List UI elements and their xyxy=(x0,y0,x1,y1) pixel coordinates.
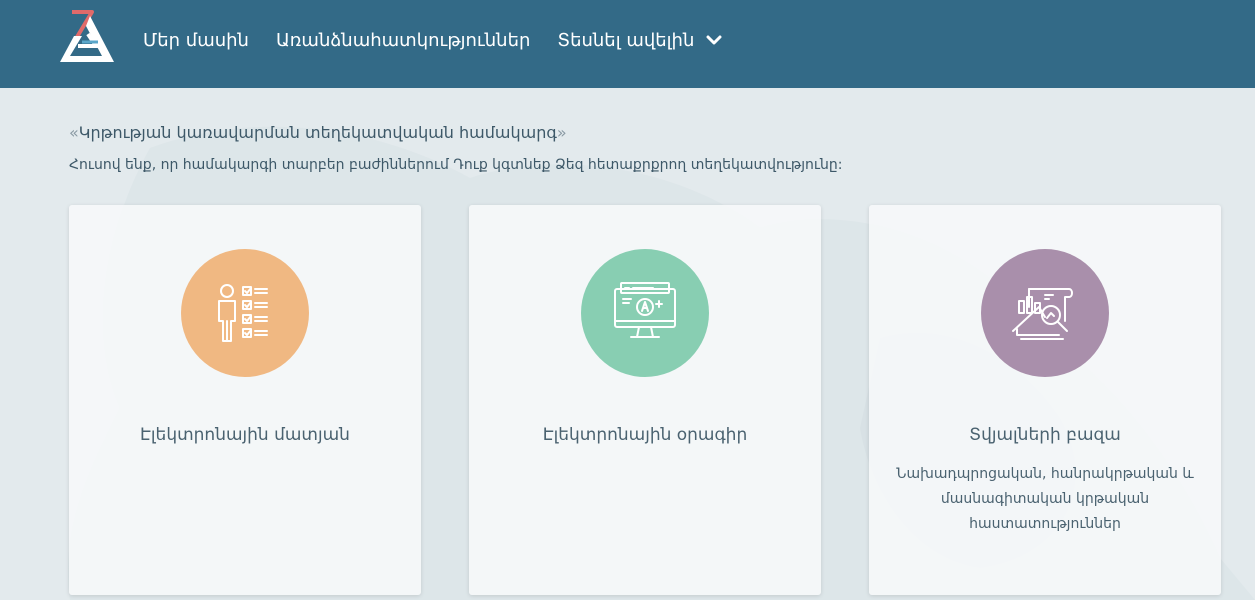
nav-features[interactable]: Առանձնահատկություններ xyxy=(276,30,530,51)
top-navbar: Մեր մասին Առանձնահատկություններ Տեսնել ա… xyxy=(0,0,1255,88)
intro-title-text: Կրթության կառավարման տեղեկատվական համակա… xyxy=(78,123,557,142)
card-electronic-diary[interactable]: Էլեկտրոնային օրագիր xyxy=(469,205,821,595)
main-content: «Կրթության կառավարման տեղեկատվական համակ… xyxy=(0,88,1255,600)
close-quote: » xyxy=(556,123,567,142)
nav-features-label: Առանձնահատկություններ xyxy=(275,29,531,51)
person-checklist-icon xyxy=(218,284,268,342)
open-quote: « xyxy=(69,123,79,142)
nav-see-more-label: Տեսնել ավելին xyxy=(557,29,695,51)
main-nav: Մեր մասին Առանձնահատկություններ Տեսնել ա… xyxy=(143,0,749,80)
intro-title: «Կրթության կառավարման տեղեկատվական համակ… xyxy=(69,123,567,142)
card-icon-circle xyxy=(981,249,1109,377)
card-title: Տվյալների բազա xyxy=(969,425,1121,445)
data-analysis-icon xyxy=(1012,288,1073,340)
card-description: Նախադպրոցական, հանրակրթական և մասնագիտակ… xyxy=(896,466,1194,532)
nav-about[interactable]: Մեր մասին xyxy=(143,30,249,51)
card-electronic-journal[interactable]: Էլեկտրոնային մատյան xyxy=(69,205,421,595)
card-icon-circle xyxy=(181,249,309,377)
card-title: Էլեկտրոնային մատյան xyxy=(140,425,350,445)
card-database[interactable]: Տվյալների բազա Նախադպրոցական, հանրակրթակ… xyxy=(869,205,1221,595)
intro-subtitle: Հուսով ենք, որ համակարգի տարբեր բաժիններ… xyxy=(69,157,843,173)
nav-see-more[interactable]: Տեսնել ավելին xyxy=(557,30,722,51)
chevron-down-icon xyxy=(706,35,722,45)
card-title: Էլեկտրոնային օրագիր xyxy=(542,425,748,445)
monitor-grade-icon xyxy=(614,282,676,338)
card-icon-circle xyxy=(581,249,709,377)
logo[interactable] xyxy=(52,6,118,68)
nav-about-label: Մեր մասին xyxy=(143,29,249,51)
